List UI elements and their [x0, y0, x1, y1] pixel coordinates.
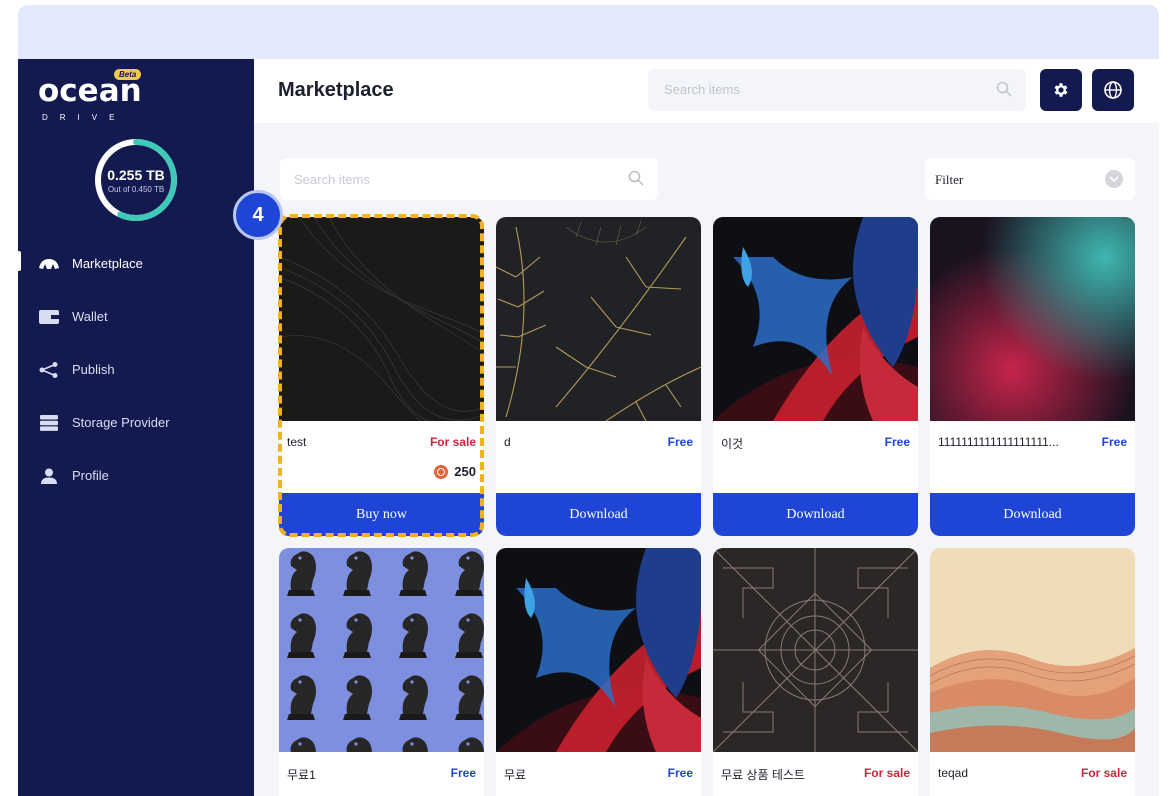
beta-badge: Beta	[114, 69, 142, 80]
buy-now-button[interactable]: Buy now	[279, 493, 484, 536]
search-icon	[996, 81, 1012, 97]
product-name: 무료 상품 테스트	[721, 768, 805, 782]
filter-select[interactable]: Filter	[925, 158, 1135, 200]
globe-icon	[1104, 81, 1122, 99]
server-icon	[38, 414, 60, 431]
product-status: Free	[1101, 435, 1127, 449]
logo-subtitle: DRIVE	[42, 113, 127, 122]
sidebar-item-label: Storage Provider	[72, 415, 170, 430]
sidebar-item-publish[interactable]: Publish	[18, 343, 254, 396]
product-image	[713, 548, 918, 752]
product-status: Free	[884, 435, 910, 449]
item-search-input[interactable]: Search items	[280, 158, 658, 200]
product-image	[279, 548, 484, 752]
product-status: Free	[667, 435, 693, 449]
gear-icon	[1054, 83, 1068, 97]
top-bar: Marketplace Search items	[254, 59, 1159, 123]
product-status: For sale	[863, 766, 910, 780]
product-card[interactable]: 이것 Free Download	[713, 217, 918, 536]
storage-total: Out of 0.450 TB	[107, 184, 165, 194]
product-card[interactable]: 무료1 Free	[279, 548, 484, 796]
coin-icon	[434, 464, 449, 479]
wallet-icon	[38, 309, 60, 325]
product-image	[930, 217, 1135, 421]
product-price-value: 250	[454, 464, 476, 479]
sidebar-item-wallet[interactable]: Wallet	[18, 290, 254, 343]
sidebar: ocean Beta DRIVE 0.255 TB Out of 0.450 T…	[18, 59, 254, 796]
storage-used: 0.255 TB	[107, 166, 165, 183]
product-name: test	[287, 435, 307, 449]
download-button[interactable]: Download	[930, 493, 1135, 536]
product-status: For sale	[429, 435, 476, 449]
share-icon	[38, 361, 60, 378]
settings-button[interactable]	[1040, 69, 1082, 111]
product-price: 250	[434, 464, 476, 479]
app-logo[interactable]: ocean Beta DRIVE	[38, 67, 178, 127]
search-icon	[628, 170, 644, 186]
sidebar-item-label: Wallet	[72, 309, 108, 324]
product-card[interactable]: 무료 상품 테스트 For sale	[713, 548, 918, 796]
product-name: 1111111111111111111...	[938, 435, 1059, 449]
marketplace-icon	[38, 256, 60, 272]
product-status: For sale	[1080, 766, 1127, 780]
storage-summary: 0.255 TB Out of 0.450 TB	[93, 137, 179, 223]
product-name: d	[504, 435, 511, 449]
download-button[interactable]: Download	[496, 493, 701, 536]
sidebar-item-storage-provider[interactable]: Storage Provider	[18, 396, 254, 449]
product-image	[713, 217, 918, 421]
sidebar-item-label: Marketplace	[72, 256, 143, 271]
product-name: teqad	[938, 766, 969, 780]
chevron-down-icon	[1105, 170, 1123, 188]
download-button[interactable]: Download	[713, 493, 918, 536]
product-status: Free	[667, 766, 693, 780]
product-status: Free	[450, 766, 476, 780]
item-search-placeholder: Search items	[294, 172, 370, 187]
product-name: 이것	[721, 437, 744, 451]
tutorial-step-badge: 4	[233, 190, 283, 240]
sidebar-item-label: Profile	[72, 468, 109, 483]
product-name: 무료1	[287, 768, 316, 782]
header-search-input[interactable]: Search items	[648, 69, 1026, 111]
user-icon	[38, 468, 60, 484]
product-card[interactable]: teqad For sale	[930, 548, 1135, 796]
language-button[interactable]	[1092, 69, 1134, 111]
product-card[interactable]: 무료 Free	[496, 548, 701, 796]
product-card[interactable]: d Free Download	[496, 217, 701, 536]
product-image	[930, 548, 1135, 752]
product-card[interactable]: test For sale 250 Buy now	[279, 217, 484, 536]
sidebar-nav: Marketplace Wallet Publish Storage Provi…	[18, 237, 254, 502]
page-title: Marketplace	[278, 79, 394, 101]
product-name: 무료	[504, 768, 527, 782]
product-card[interactable]: 1111111111111111111... Free Download	[930, 217, 1135, 536]
product-image	[496, 548, 701, 752]
header-search-placeholder: Search items	[664, 82, 740, 97]
filter-label: Filter	[935, 172, 964, 187]
sidebar-item-marketplace[interactable]: Marketplace	[18, 237, 254, 290]
sidebar-item-label: Publish	[72, 362, 115, 377]
product-image	[279, 217, 484, 421]
product-image	[496, 217, 701, 421]
sidebar-item-profile[interactable]: Profile	[18, 449, 254, 502]
